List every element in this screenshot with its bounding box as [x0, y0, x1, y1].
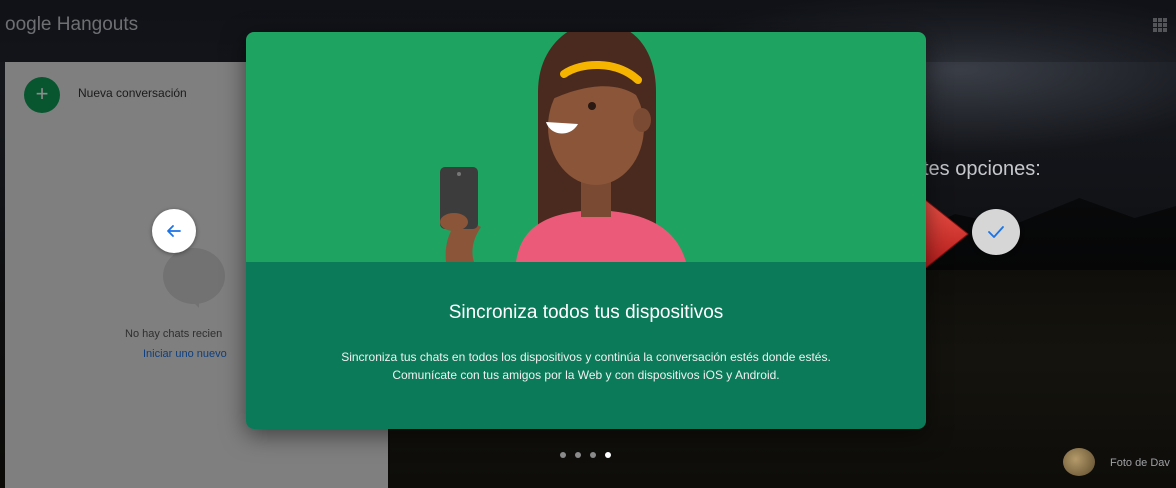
options-heading: tes opciones:	[923, 158, 1041, 180]
onboarding-card: Sincroniza todos tus dispositivos Sincro…	[246, 32, 926, 429]
card-title: Sincroniza todos tus dispositivos	[448, 302, 724, 323]
check-icon	[988, 226, 1004, 238]
person-with-phone-illustration	[440, 32, 686, 262]
card-description: Sincroniza tus chats en todos los dispos…	[341, 350, 831, 382]
page-dot[interactable]	[575, 452, 581, 458]
card-text-panel: Sincroniza todos tus dispositivos Sincro…	[246, 262, 926, 429]
page-dot-active[interactable]	[605, 452, 611, 458]
page-indicator	[560, 452, 611, 458]
photo-credit[interactable]: Foto de Dav	[1110, 457, 1170, 469]
page-dot[interactable]	[590, 452, 596, 458]
page-dot[interactable]	[560, 452, 566, 458]
illustration-panel	[246, 32, 926, 262]
done-button[interactable]	[972, 209, 1020, 255]
arrow-left-icon	[167, 225, 181, 237]
previous-button[interactable]	[152, 209, 196, 253]
photographer-avatar[interactable]	[1063, 448, 1095, 476]
